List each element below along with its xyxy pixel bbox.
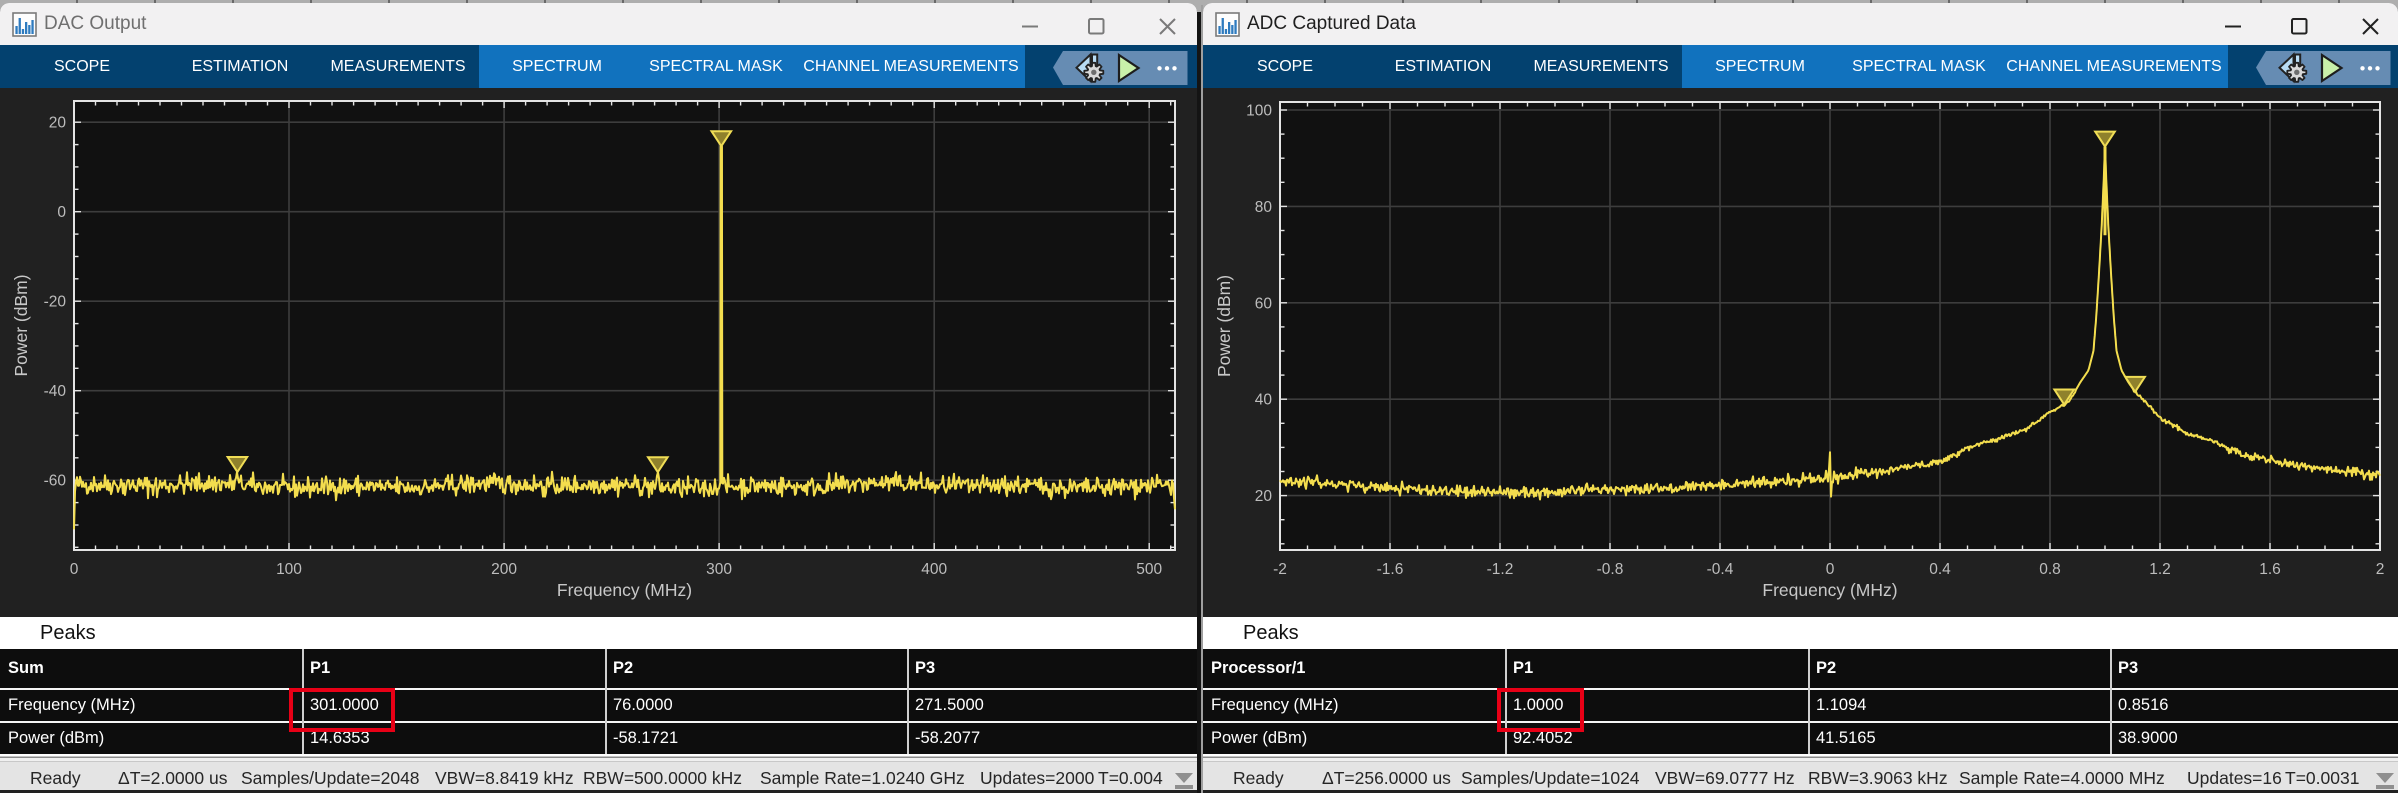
svg-text:-2: -2 (1273, 561, 1287, 578)
svg-text:-0.4: -0.4 (1707, 561, 1734, 578)
svg-text:20: 20 (49, 115, 67, 132)
svg-text:0: 0 (57, 204, 66, 221)
svg-text:-1.6: -1.6 (1377, 561, 1404, 578)
svg-text:Frequency (MHz): Frequency (MHz) (557, 580, 692, 600)
svg-text:60: 60 (1255, 295, 1273, 312)
svg-text:1.6: 1.6 (2259, 561, 2281, 578)
svg-text:0: 0 (70, 561, 79, 578)
svg-text:0.4: 0.4 (1929, 561, 1951, 578)
svg-text:-0.8: -0.8 (1597, 561, 1624, 578)
svg-text:Power (dBm): Power (dBm) (1214, 275, 1234, 377)
svg-text:Power (dBm): Power (dBm) (11, 274, 31, 376)
svg-text:300: 300 (706, 561, 732, 578)
svg-text:2: 2 (2376, 561, 2385, 578)
svg-text:100: 100 (276, 561, 302, 578)
svg-text:200: 200 (491, 561, 517, 578)
svg-text:20: 20 (1255, 488, 1273, 505)
svg-text:-20: -20 (44, 294, 67, 311)
svg-text:100: 100 (1246, 103, 1272, 120)
svg-text:80: 80 (1255, 199, 1273, 216)
svg-text:0: 0 (1826, 561, 1835, 578)
svg-text:400: 400 (921, 561, 947, 578)
svg-text:-60: -60 (44, 473, 67, 490)
svg-text:500: 500 (1136, 561, 1162, 578)
svg-text:-40: -40 (44, 383, 67, 400)
svg-text:Frequency (MHz): Frequency (MHz) (1762, 580, 1897, 600)
svg-text:0.8: 0.8 (2039, 561, 2061, 578)
svg-text:40: 40 (1255, 392, 1273, 409)
svg-text:-1.2: -1.2 (1487, 561, 1514, 578)
svg-text:1.2: 1.2 (2149, 561, 2171, 578)
